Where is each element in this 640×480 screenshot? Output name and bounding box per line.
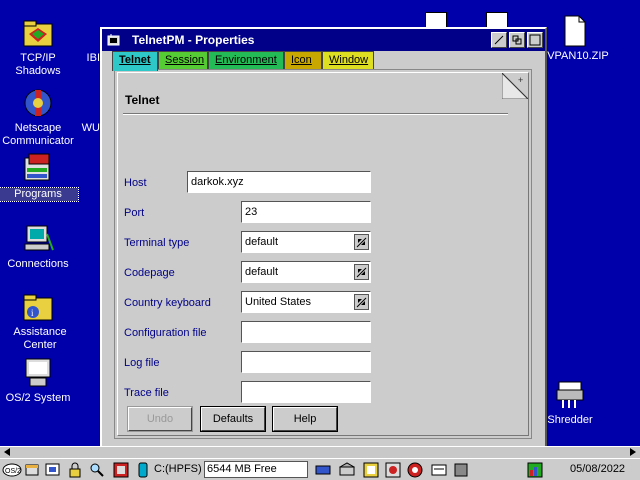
window-title: TelnetPM - Properties <box>132 33 255 47</box>
tab-label: Environment <box>215 54 277 66</box>
desktop-icon-connections[interactable]: Connections <box>0 222 78 271</box>
shredder-icon <box>553 378 587 412</box>
folder-icon <box>21 16 55 50</box>
file-icon <box>557 14 591 48</box>
tab-label: Window <box>329 54 369 66</box>
find-icon[interactable] <box>88 461 106 479</box>
dropdown-arrow-icon[interactable] <box>354 234 369 250</box>
tray-icon-4[interactable] <box>384 461 402 479</box>
drive-label[interactable]: C:(HPFS) <box>154 463 202 475</box>
folder-icon <box>65 16 99 50</box>
drive-icon[interactable] <box>136 461 150 479</box>
undo-button[interactable]: Undo <box>127 406 193 432</box>
tray-icon-3[interactable] <box>362 461 380 479</box>
codepage-label: Codepage <box>124 267 175 279</box>
minimize-button[interactable] <box>491 32 507 48</box>
os2-logo-icon[interactable]: OS/2 <box>2 461 22 479</box>
terminal-type-value: default <box>245 236 279 248</box>
desktop-icon-label: IBI <box>86 52 100 64</box>
properties-window: TelnetPM - Properties Telnet Session Env… <box>100 27 547 454</box>
host-input[interactable]: darkok.xyz <box>187 171 371 193</box>
programs-icon <box>21 152 55 186</box>
log-file-input[interactable] <box>241 351 371 373</box>
hide-button[interactable] <box>509 32 525 48</box>
desktop-icon-wu[interactable]: WU <box>62 86 102 135</box>
configuration-file-label: Configuration file <box>124 327 207 339</box>
notebook-page: Telnet + Host darkok.xyz Port 23 Termina… <box>114 69 532 439</box>
computer-icon <box>21 222 55 256</box>
desktop-icon-programs[interactable]: Programs <box>0 152 79 202</box>
tab-label: Telnet <box>119 54 151 66</box>
desktop-icon-ibm[interactable]: IBI <box>62 16 102 65</box>
lock-icon[interactable] <box>66 461 84 479</box>
taskbar: OS/2 C:(HPFS) 6544 MB Free 05/08/2022 <box>0 458 640 480</box>
desktop-icon-os2-system[interactable]: OS/2 System <box>0 356 78 405</box>
page-heading: Telnet <box>125 93 160 107</box>
tab-session[interactable]: Session <box>158 51 208 69</box>
trace-file-label: Trace file <box>124 387 169 399</box>
svg-text:+: + <box>518 75 523 85</box>
desktop-menu-icon[interactable] <box>44 461 62 479</box>
trace-file-input[interactable] <box>241 381 371 403</box>
system-icon[interactable] <box>112 461 130 479</box>
desktop-scrollbar[interactable] <box>0 446 640 458</box>
scroll-right-arrow-icon[interactable] <box>630 448 636 456</box>
tray-icon-2[interactable] <box>338 461 356 479</box>
configuration-file-input[interactable] <box>241 321 371 343</box>
page-turn-icon[interactable]: + <box>501 71 530 100</box>
title-bar[interactable]: TelnetPM - Properties <box>102 29 545 51</box>
maximize-button[interactable] <box>527 32 543 48</box>
folder-icon <box>65 86 99 120</box>
scroll-left-arrow-icon[interactable] <box>4 448 10 456</box>
tab-label: Session <box>165 54 205 66</box>
dropdown-arrow-icon[interactable] <box>354 294 369 310</box>
country-keyboard-value: United States <box>245 296 312 308</box>
desktop-icon-label: Connections <box>7 258 69 270</box>
desktop-icon-label: OS/2 System <box>5 392 71 404</box>
dropdown-arrow-icon[interactable] <box>354 264 369 280</box>
terminal-type-label: Terminal type <box>124 237 190 249</box>
tray-icon-6[interactable] <box>430 461 448 479</box>
country-keyboard-label: Country keyboard <box>124 297 211 309</box>
tray-icon-8[interactable] <box>526 461 544 479</box>
tray-icon-1[interactable] <box>314 461 332 479</box>
desktop-icon-label: Programs <box>0 187 79 202</box>
desktop-icon-assistance-center[interactable]: i Assistance Center <box>0 290 78 352</box>
codepage-combo[interactable]: default <box>241 261 371 283</box>
desktop-icon-label: Assistance Center <box>13 326 67 351</box>
divider <box>123 113 508 115</box>
free-space-readout: 6544 MB Free <box>204 461 308 478</box>
terminal-type-combo[interactable]: default <box>241 231 371 253</box>
tab-environment[interactable]: Environment <box>208 51 284 69</box>
telnet-page: Telnet + Host darkok.xyz Port 23 Termina… <box>117 71 530 436</box>
codepage-value: default <box>245 266 279 278</box>
svg-text:OS/2: OS/2 <box>5 468 21 475</box>
tab-icon[interactable]: Icon <box>284 51 322 69</box>
netscape-icon <box>21 86 55 120</box>
tab-window[interactable]: Window <box>322 51 374 69</box>
port-label: Port <box>124 207 145 219</box>
defaults-button[interactable]: Defaults <box>200 406 266 432</box>
folder-info-icon: i <box>21 290 55 324</box>
desktop-icon-label: WU <box>81 122 100 134</box>
tray-icon-7[interactable] <box>452 461 470 479</box>
country-keyboard-combo[interactable]: United States <box>241 291 371 313</box>
host-label: Host <box>124 177 147 189</box>
tab-telnet[interactable]: Telnet <box>112 51 158 71</box>
port-input[interactable]: 23 <box>241 201 371 223</box>
tray-icon-5[interactable] <box>406 461 424 479</box>
monitor-icon <box>21 356 55 390</box>
log-file-label: Log file <box>124 357 160 369</box>
system-menu-icon[interactable] <box>106 32 122 48</box>
help-button[interactable]: Help <box>272 406 338 432</box>
window-list-icon[interactable] <box>24 461 42 479</box>
clock-date[interactable]: 05/08/2022 <box>570 463 625 475</box>
tab-label: Icon <box>291 54 312 66</box>
